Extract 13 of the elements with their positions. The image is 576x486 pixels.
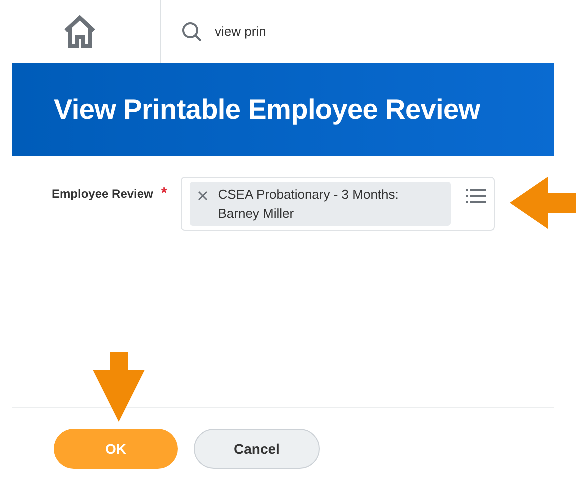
pill-text: CSEA Probationary - 3 Months: Barney Miller [218,186,400,223]
down-arrow-annotation [93,352,145,422]
search-field[interactable]: view prin [215,24,415,39]
employee-review-field[interactable]: CSEA Probationary - 3 Months: Barney Miller [181,177,496,231]
page-title: View Printable Employee Review [54,94,480,126]
list-icon[interactable] [466,188,486,204]
left-arrow-annotation [510,177,576,229]
remove-icon[interactable] [198,191,208,201]
cancel-button[interactable]: Cancel [194,429,320,469]
required-mark: * [161,187,168,201]
search-icon [181,20,203,42]
home-icon[interactable] [63,14,97,48]
field-label: Employee Review [52,187,154,201]
